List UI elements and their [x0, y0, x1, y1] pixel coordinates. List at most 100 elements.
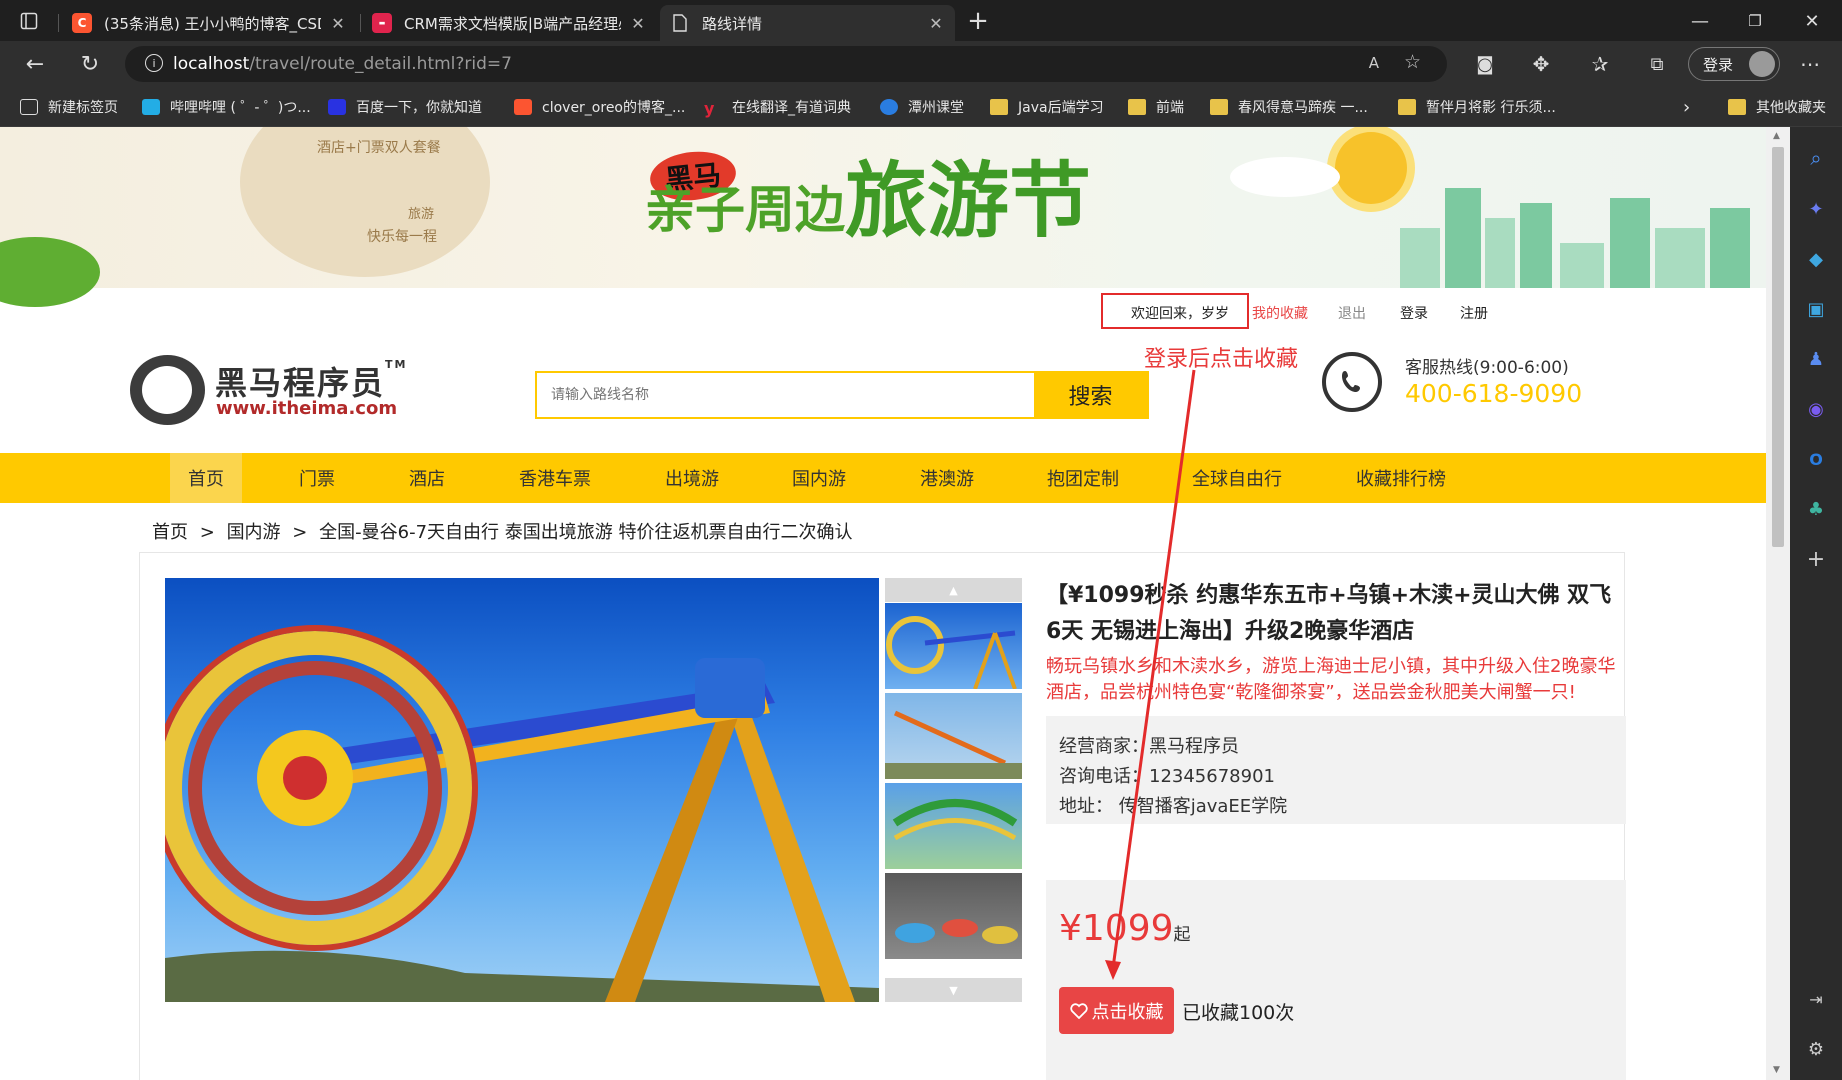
breadcrumb-separator: > — [199, 522, 215, 543]
web-page: 酒店+门票双人套餐 旅游 快乐每一程 黑马 亲子周边 旅游节 欢迎回来，岁岁 我… — [0, 127, 1766, 1080]
reading-icon[interactable]: ◙ — [1470, 49, 1500, 79]
nav-item-outbound[interactable]: 出境游 — [665, 453, 719, 503]
chevron-up-icon[interactable]: ▲ — [885, 578, 1022, 602]
more-icon[interactable]: ⋯ — [1795, 49, 1825, 79]
address-text: 地址： 传智播客javaEE学院 — [1059, 796, 1288, 817]
bookmark-item[interactable]: clover_oreo的博客_... — [514, 97, 685, 117]
merchant-text: 经营商家：黑马程序员 — [1059, 736, 1239, 757]
read-aloud-icon[interactable]: A — [1369, 54, 1379, 72]
office-icon[interactable]: ◉ — [1804, 397, 1828, 421]
promo-banner[interactable]: 酒店+门票双人套餐 旅游 快乐每一程 黑马 亲子周边 旅游节 — [0, 127, 1766, 307]
nav-item-fav-rank[interactable]: 收藏排行榜 — [1356, 453, 1446, 503]
breadcrumb-home[interactable]: 首页 — [152, 522, 188, 543]
bookmark-label: 在线翻译_有道词典 — [732, 100, 851, 116]
my-favorites-link[interactable]: 我的收藏 — [1252, 303, 1308, 323]
bookmark-item[interactable]: 哔哩哔哩 ( ゜- ゜)つ... — [142, 97, 311, 117]
tab-title: CRM需求文档模版|B端产品经理必 — [404, 14, 621, 33]
new-tab-icon[interactable]: + — [958, 6, 998, 36]
search-button[interactable]: 搜索 — [1034, 373, 1147, 417]
bookmark-folder[interactable]: 暂伴月将影 行乐须... — [1398, 97, 1556, 117]
close-tab-icon[interactable]: ✕ — [629, 14, 647, 33]
nav-item-hk-macau[interactable]: 港澳游 — [920, 453, 974, 503]
add-favorite-button[interactable]: 点击收藏 — [1059, 987, 1174, 1034]
banner-title-small: 亲子周边 — [645, 180, 845, 239]
bookmark-item[interactable]: 新建标签页 — [20, 97, 118, 117]
tab-crm[interactable]: ▬ CRM需求文档模版|B端产品经理必 ✕ — [362, 5, 657, 41]
favorites-icon[interactable]: ✰ — [1585, 49, 1615, 79]
scrollbar-thumb[interactable] — [1772, 147, 1784, 547]
logout-link[interactable]: 退出 — [1338, 303, 1366, 323]
bookmark-folder[interactable]: Java后端学习 — [990, 97, 1104, 117]
tab-title: 路线详情 — [702, 14, 763, 33]
chevron-down-icon[interactable]: ▼ — [885, 978, 1022, 1002]
panel-icon[interactable]: ⇥ — [1804, 987, 1828, 1011]
nav-item-home[interactable]: 首页 — [170, 453, 242, 503]
outlook-icon[interactable]: O — [1804, 447, 1828, 471]
close-window-icon[interactable]: ✕ — [1792, 6, 1832, 36]
register-link[interactable]: 注册 — [1460, 303, 1488, 323]
bookmark-label: 哔哩哔哩 ( ゜- ゜)つ... — [170, 100, 311, 116]
baidu-icon — [328, 99, 346, 115]
tab-csdn[interactable]: C (35条消息) 王小小鸭的博客_CSDN ✕ — [62, 5, 357, 41]
site-logo[interactable]: 黑马程序员TM www.itheima.com — [130, 350, 405, 426]
bookmark-item[interactable]: 百度一下，你就知道 — [328, 97, 482, 117]
back-icon[interactable]: ← — [20, 49, 50, 79]
hotline-number: 400-618-9090 — [1405, 379, 1583, 408]
close-tab-icon[interactable]: ✕ — [329, 14, 347, 33]
thumbnail[interactable] — [885, 603, 1022, 689]
close-tab-icon[interactable]: ✕ — [927, 14, 945, 33]
profile-button[interactable]: 登录 — [1688, 47, 1780, 81]
nav-item-domestic[interactable]: 国内游 — [792, 453, 846, 503]
games-icon[interactable]: ♟ — [1804, 347, 1828, 371]
tag-icon[interactable]: ◆ — [1804, 247, 1828, 271]
minimize-icon[interactable]: — — [1680, 6, 1720, 36]
bookmark-item[interactable]: y 在线翻译_有道词典 — [704, 97, 851, 118]
settings-icon[interactable]: ⚙ — [1804, 1037, 1828, 1061]
login-link[interactable]: 登录 — [1400, 303, 1428, 323]
refresh-icon[interactable]: ↻ — [75, 49, 105, 79]
copilot-icon[interactable]: ✦ — [1804, 197, 1828, 221]
browser-sidebar: ⌕ ✦ ◆ ▣ ♟ ◉ O ♣ + ⇥ ⚙ — [1790, 127, 1842, 1080]
nav-item-hk-bus[interactable]: 香港车票 — [519, 453, 591, 503]
youdao-icon: y — [704, 99, 715, 118]
toolbox-icon[interactable]: ▣ — [1804, 297, 1828, 321]
nav-item-tickets[interactable]: 门票 — [299, 453, 335, 503]
page-scrollbar[interactable]: ▲ ▼ — [1766, 127, 1790, 1080]
nav-item-hotel[interactable]: 酒店 — [409, 453, 445, 503]
chevron-right-icon[interactable]: › — [1683, 97, 1690, 118]
tree-icon[interactable]: ♣ — [1804, 497, 1828, 521]
bookmark-label: 其他收藏夹 — [1756, 100, 1826, 116]
search-input[interactable] — [537, 373, 1034, 417]
thumbnail[interactable] — [885, 783, 1022, 869]
address-bar[interactable]: i localhost/travel/route_detail.html?rid… — [125, 46, 1447, 82]
site-icon: ▬ — [372, 13, 392, 33]
collections-icon[interactable]: ⧉ — [1642, 49, 1672, 79]
route-subtitle: 畅玩乌镇水乡和木渎水乡，游览上海迪士尼小镇，其中升级入住2晚豪华酒店，品尝杭州特… — [1046, 656, 1616, 703]
bookmark-folder[interactable]: 春风得意马蹄疾 一... — [1210, 97, 1368, 117]
banner-text: 旅游 — [408, 207, 435, 222]
main-nav: 首页 门票 酒店 香港车票 出境游 国内游 港澳游 抱团定制 全球自由行 收藏排… — [0, 453, 1766, 503]
search-icon[interactable]: ⌕ — [1804, 146, 1828, 170]
thumbnail[interactable] — [885, 873, 1022, 959]
thumbnail[interactable] — [885, 693, 1022, 779]
main-photo[interactable] — [165, 578, 879, 1002]
nav-item-custom[interactable]: 抱团定制 — [1047, 453, 1119, 503]
logo-name: 黑马程序员 — [215, 364, 386, 402]
tanzhou-icon — [880, 99, 898, 115]
url-host: localhost — [173, 54, 250, 74]
bookmark-item[interactable]: 潭州课堂 — [880, 97, 964, 117]
restore-icon[interactable]: ❐ — [1735, 6, 1775, 36]
tab-route-detail[interactable]: 路线详情 ✕ — [660, 5, 955, 41]
extensions-icon[interactable]: ✥ — [1526, 49, 1556, 79]
nav-item-global[interactable]: 全球自由行 — [1192, 453, 1282, 503]
logo-tm: TM — [385, 358, 408, 371]
add-favorite-icon[interactable]: ☆ — [1404, 51, 1421, 73]
browser-toolbar: ← ↻ i localhost/travel/route_detail.html… — [0, 41, 1842, 87]
info-icon[interactable]: i — [145, 54, 163, 72]
bookmark-folder[interactable]: 其他收藏夹 — [1728, 97, 1826, 117]
breadcrumb-domestic[interactable]: 国内游 — [227, 522, 281, 543]
page-icon — [670, 13, 690, 33]
add-icon[interactable]: + — [1804, 547, 1828, 572]
tab-actions-icon[interactable] — [14, 6, 44, 36]
bookmark-folder[interactable]: 前端 — [1128, 97, 1184, 117]
